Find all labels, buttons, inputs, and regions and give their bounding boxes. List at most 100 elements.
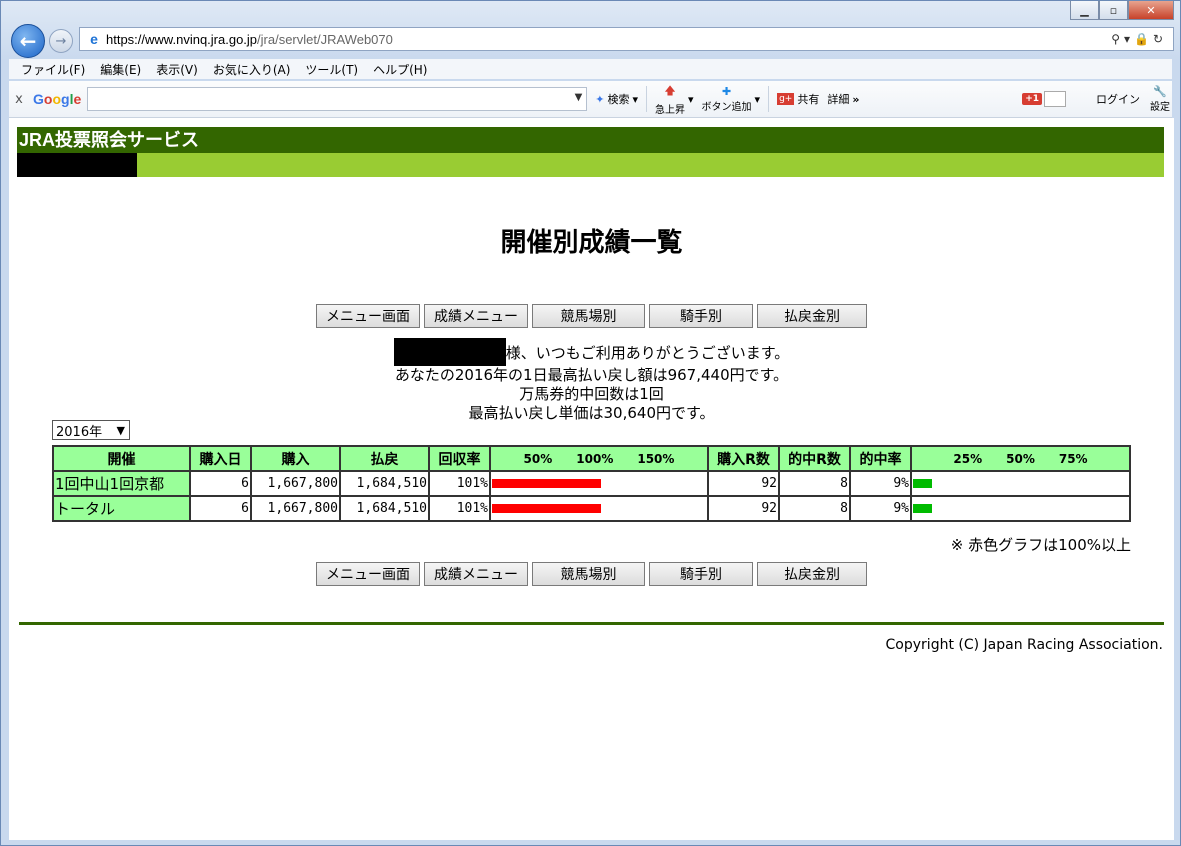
site-header: JRA投票照会サービス — [17, 127, 1164, 153]
nav-buttons-bottom: メニュー画面 成績メニュー 競馬場別 騎手別 払戻金別 — [9, 562, 1174, 586]
add-button-button[interactable]: ✚ ボタン追加 ▾ — [702, 85, 761, 113]
cell-purchase: 1,667,800 — [250, 470, 341, 497]
gplus-one-icon[interactable]: +1 — [1022, 93, 1042, 105]
chevron-down-icon[interactable]: ▼ — [575, 92, 583, 103]
cell-hit-rate: 9% — [849, 495, 912, 522]
col-hit-graph: 25% 50% 75% — [910, 445, 1131, 472]
return-bar — [492, 504, 602, 513]
url-host: www.nvinq.jra.go.jp — [145, 31, 258, 47]
results-menu-button[interactable]: 成績メニュー — [424, 304, 528, 328]
close-icon[interactable]: ✕ — [1128, 1, 1174, 20]
ie-logo-icon: e — [90, 31, 98, 47]
cell-payout: 1,684,510 — [339, 495, 430, 522]
col-purchase: 購入 — [250, 445, 341, 472]
redacted-username — [17, 153, 137, 177]
search-button[interactable]: ✦ 検索 ▾ — [595, 91, 638, 107]
cell-hit-graph — [910, 495, 1131, 522]
page-title: 開催別成績一覧 — [500, 228, 683, 258]
google-toolbar: x Google ▼ ✦ 検索 ▾ 🡅 急上昇 ▾ ✚ ボタン追加 ▾ g+ 共有 詳細» +… — [9, 81, 1172, 118]
menu-edit[interactable]: 編集(E) — [100, 61, 141, 78]
cell-payout: 1,684,510 — [339, 470, 430, 497]
share-button[interactable]: g+ 共有 — [777, 91, 819, 107]
col-hit-rate: 的中率 — [849, 445, 912, 472]
window-controls: ▁ ▫ ✕ — [1070, 1, 1174, 20]
by-racecourse-button[interactable]: 競馬場別 — [532, 304, 645, 328]
results-table: 開催 購入日 購入 払戻 回収率 50% 100% 150% 購入R数 的中R数 的… — [52, 445, 1131, 522]
menu-file[interactable]: ファイル(F) — [21, 61, 85, 78]
cell-races: 92 — [707, 495, 780, 522]
cell-days: 6 — [189, 470, 252, 497]
table-header-row: 開催 購入日 購入 払戻 回収率 50% 100% 150% 購入R数 的中R数 的… — [52, 445, 1131, 472]
menu-view[interactable]: 表示(V) — [156, 61, 198, 78]
url-scheme: https:// — [106, 31, 146, 47]
by-racecourse-button[interactable]: 競馬場別 — [532, 562, 645, 586]
col-return-graph: 50% 100% 150% — [489, 445, 709, 472]
col-payout: 払戻 — [339, 445, 430, 472]
detail-button[interactable]: 詳細» — [827, 91, 859, 107]
forward-icon[interactable]: → — [49, 29, 73, 53]
gplus-share-icon: g+ — [777, 93, 795, 105]
rise-button[interactable]: 🡅 急上昇 ▾ — [655, 82, 694, 116]
col-kaisai: 開催 — [52, 445, 191, 472]
cell-hit-rate: 9% — [849, 470, 912, 497]
cell-hit-graph — [910, 470, 1131, 497]
graph-note: ※ 赤色グラフは100%以上 — [950, 536, 1131, 554]
table-row: 1回中山1回京都 6 1,667,800 1,684,510 101% 92 8… — [52, 470, 1131, 497]
menu-screen-button[interactable]: メニュー画面 — [316, 304, 420, 328]
by-jockey-button[interactable]: 騎手別 — [649, 562, 753, 586]
page-content: JRA投票照会サービス 開催別成績一覧 メニュー画面 成績メニュー 競馬場別 騎… — [9, 118, 1174, 840]
minimize-icon[interactable]: ▁ — [1070, 1, 1099, 20]
google-logo: Google — [33, 91, 82, 107]
cell-purchase: 1,667,800 — [250, 495, 341, 522]
hit-bar — [913, 479, 933, 488]
cell-kaisai: トータル — [52, 495, 191, 522]
navigation-bar: ← → e https://www.nvinq.jra.go.jp/jra/se… — [9, 23, 1174, 58]
copyright: Copyright (C) Japan Racing Association. — [885, 637, 1163, 653]
table-row: トータル 6 1,667,800 1,684,510 101% 92 8 9% — [52, 495, 1131, 522]
cell-return-graph — [489, 470, 709, 497]
url-path: /jra/servlet/JRAWeb070 — [257, 31, 393, 47]
plus-icon: ✚ — [721, 85, 732, 98]
nav-buttons-top: メニュー画面 成績メニュー 競馬場別 騎手別 払戻金別 — [9, 304, 1174, 328]
cell-races: 92 — [707, 470, 780, 497]
menu-screen-button[interactable]: メニュー画面 — [316, 562, 420, 586]
cell-return-rate: 101% — [428, 470, 491, 497]
menu-favorites[interactable]: お気に入り(A) — [213, 61, 291, 78]
toolbar-divider — [646, 86, 648, 112]
site-subheader — [17, 153, 1164, 177]
cell-return-rate: 101% — [428, 495, 491, 522]
toolbar-right: +1 ログイン 🔧 設定 — [1022, 85, 1172, 113]
wrench-icon: 🔧 — [1153, 85, 1167, 98]
by-jockey-button[interactable]: 騎手別 — [649, 304, 753, 328]
results-menu-button[interactable]: 成績メニュー — [424, 562, 528, 586]
login-link[interactable]: ログイン — [1096, 91, 1140, 107]
menu-bar: ファイル(F) 編集(E) 表示(V) お気に入り(A) ツール(T) ヘルプ(… — [9, 59, 1172, 79]
col-return-rate: 回収率 — [428, 445, 491, 472]
arrow-up-icon: 🡅 — [664, 84, 676, 97]
google-search-input[interactable]: ▼ — [87, 87, 588, 111]
browser-window: ▁ ▫ ✕ ← → e https://www.nvinq.jra.go.jp /… — [0, 0, 1181, 846]
menu-help[interactable]: ヘルプ(H) — [373, 61, 427, 78]
hit-bar — [913, 504, 933, 513]
address-tools-icons[interactable]: ⚲▾🔒↻ — [1111, 32, 1167, 46]
settings-button[interactable]: 🔧 設定 — [1150, 85, 1170, 113]
greeting-message: 様、いつもご利用ありがとうございます。 あなたの2016年の1日最高払い戻し額は… — [9, 338, 1174, 423]
year-select[interactable]: 2016年 ▼ — [52, 420, 130, 440]
by-payout-button[interactable]: 払戻金別 — [757, 304, 867, 328]
cell-return-graph — [489, 495, 709, 522]
col-races: 購入R数 — [707, 445, 780, 472]
cell-kaisai: 1回中山1回京都 — [52, 470, 191, 497]
back-icon[interactable]: ← — [11, 24, 45, 58]
cell-hits: 8 — [778, 495, 851, 522]
gplus-count-box — [1044, 91, 1066, 107]
cell-days: 6 — [189, 495, 252, 522]
google-search-icon: ✦ — [595, 92, 605, 106]
by-payout-button[interactable]: 払戻金別 — [757, 562, 867, 586]
maximize-icon[interactable]: ▫ — [1099, 1, 1128, 20]
menu-tools[interactable]: ツール(T) — [305, 61, 358, 78]
address-bar[interactable]: e https://www.nvinq.jra.go.jp/jra/servle… — [79, 27, 1174, 51]
toolbar-divider — [768, 86, 770, 112]
return-bar — [492, 479, 602, 488]
col-hits: 的中R数 — [778, 445, 851, 472]
toolbar-close-icon[interactable]: x — [9, 92, 29, 107]
